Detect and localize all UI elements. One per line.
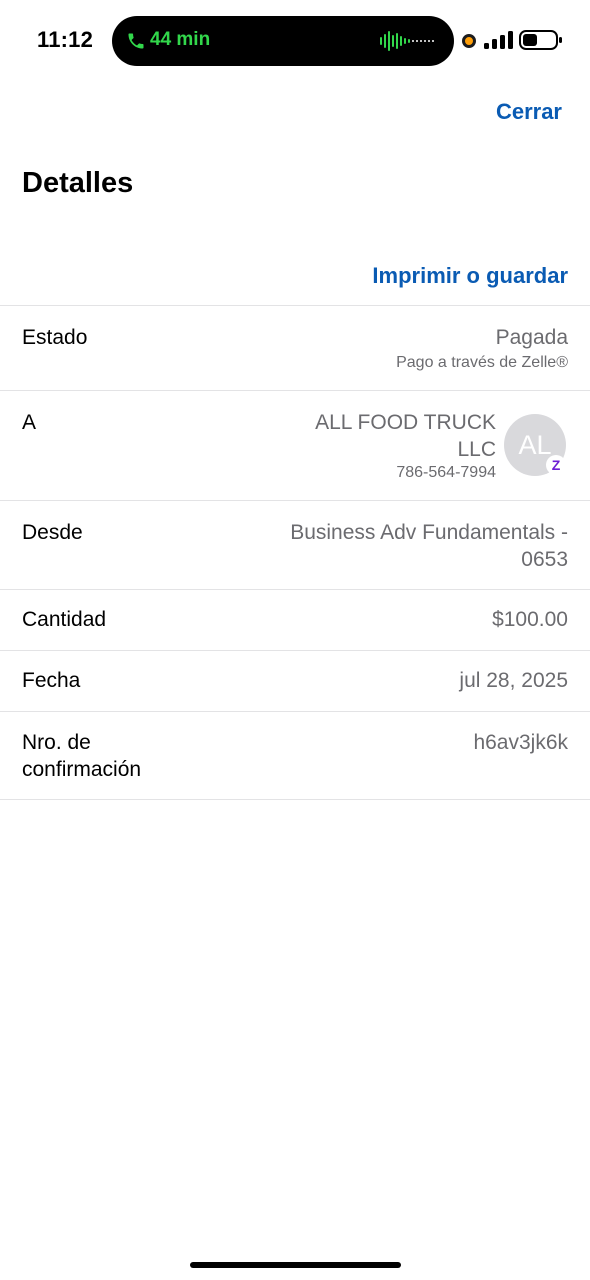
amount-value: $100.00 [492,608,568,631]
recipient-name-line2: LLC [457,438,496,461]
zelle-icon: Z [546,455,566,475]
home-indicator[interactable] [190,1262,401,1268]
from-account-line2: 0653 [521,548,568,571]
battery-icon [519,30,562,50]
status-value: Pagada [495,326,568,349]
transaction-details-screen: 11:12 44 min Cerrar Detalles Imprimir o … [0,0,590,1280]
amount-row: Cantidad $100.00 [0,589,590,650]
audio-waveform-icon [380,31,434,51]
recipient-name-line1: ALL FOOD TRUCK [315,411,496,434]
recipient-row[interactable]: A ALL FOOD TRUCK LLC 786-564-7994 AL Z [0,390,590,500]
details-list: Estado Pagada Pago a través de Zelle® A … [0,305,590,800]
confirmation-number: h6av3jk6k [473,731,568,754]
amount-label: Cantidad [22,608,107,631]
status-time: 11:12 [37,27,94,52]
confirmation-row: Nro. de confirmación h6av3jk6k [0,711,590,800]
recipient-phone: 786-564-7994 [396,464,496,481]
recording-dot-icon [462,34,476,48]
dynamic-island-call[interactable]: 44 min [112,16,454,66]
recipient-label: A [22,411,37,434]
status-label: Estado [22,326,88,349]
close-button[interactable]: Cerrar [496,99,562,125]
from-account-line1: Business Adv Fundamentals - [290,521,568,544]
confirmation-label-line1: Nro. de [22,731,91,754]
payment-method-note: Pago a través de Zelle® [396,354,568,371]
from-row: Desde Business Adv Fundamentals - 0653 [0,500,590,589]
status-row: Estado Pagada Pago a través de Zelle® [0,305,590,390]
phone-icon [128,33,144,49]
print-or-save-button[interactable]: Imprimir o guardar [372,263,568,289]
page-title: Detalles [22,167,134,199]
from-label: Desde [22,521,83,544]
date-label: Fecha [22,669,81,692]
confirmation-label-line2: confirmación [22,758,142,781]
date-row: Fecha jul 28, 2025 [0,650,590,711]
call-timer: 44 min [150,29,211,50]
signal-icon [484,31,513,49]
date-value: jul 28, 2025 [459,669,568,692]
